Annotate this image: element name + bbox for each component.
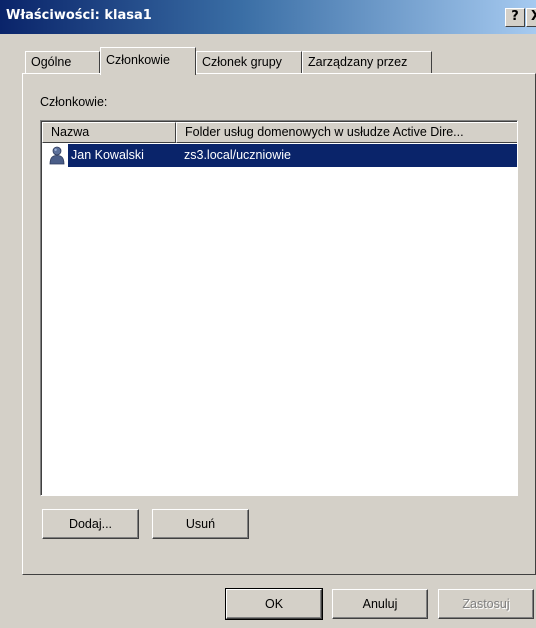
column-header-folder[interactable]: Folder usług domenowych w usłudze Active…	[176, 122, 517, 143]
members-label: Członkowie:	[40, 95, 108, 109]
apply-button[interactable]: Zastosuj	[438, 589, 534, 619]
remove-button[interactable]: Usuń	[152, 509, 249, 539]
list-header: Nazwa Folder usług domenowych w usłudze …	[42, 122, 517, 143]
tab-member-of[interactable]: Członek grupy	[196, 51, 302, 73]
close-button[interactable]: X	[526, 8, 536, 27]
tab-general[interactable]: Ogólne	[25, 51, 100, 73]
properties-dialog: Właściwości: klasa1 ? X Ogólne Członkowi…	[0, 0, 536, 628]
member-name: Jan Kowalski	[68, 144, 176, 167]
list-item[interactable]: Jan Kowalski zs3.local/uczniowie	[42, 144, 517, 167]
add-button[interactable]: Dodaj...	[42, 509, 139, 539]
member-folder: zs3.local/uczniowie	[176, 144, 517, 167]
tab-members[interactable]: Członkowie	[100, 47, 196, 75]
user-icon	[48, 146, 66, 165]
window-title: Właściwości: klasa1	[6, 8, 152, 23]
tab-managed-by[interactable]: Zarządzany przez	[302, 51, 432, 73]
title-bar[interactable]: Właściwości: klasa1 ? X	[0, 0, 536, 34]
members-list[interactable]: Nazwa Folder usług domenowych w usłudze …	[40, 120, 518, 496]
cancel-button[interactable]: Anuluj	[332, 589, 428, 619]
members-tab-panel: Członkowie: Nazwa Folder usług domenowyc…	[22, 73, 536, 575]
ok-button[interactable]: OK	[225, 588, 323, 620]
help-button[interactable]: ?	[505, 8, 525, 27]
column-header-name[interactable]: Nazwa	[42, 122, 176, 143]
